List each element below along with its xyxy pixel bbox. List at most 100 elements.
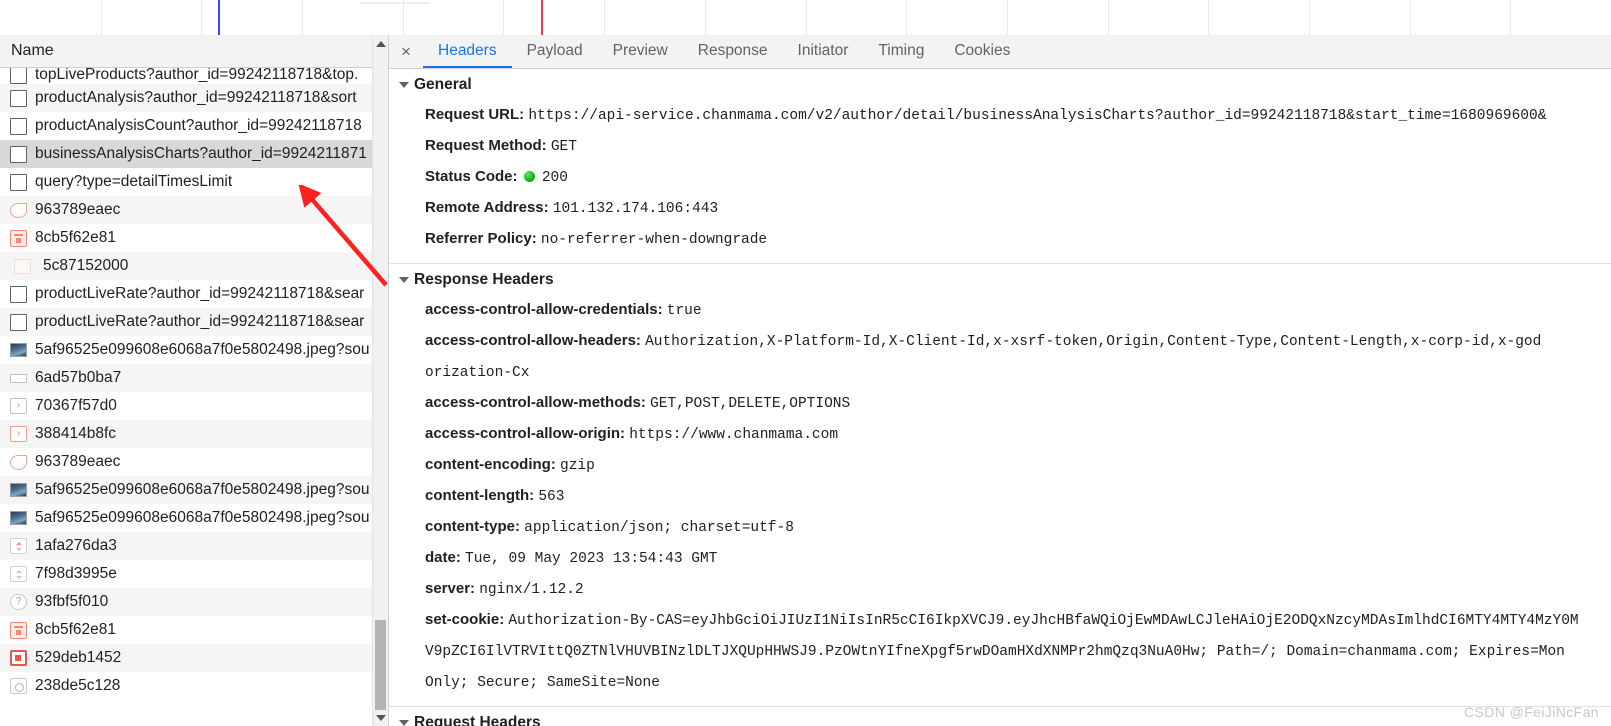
request-row[interactable]: topLiveProducts?author_id=99242118718&to… — [0, 68, 373, 84]
image-icon — [10, 483, 27, 497]
row-status-code: Status Code: 200 — [389, 162, 1611, 193]
script-icon: › — [10, 398, 27, 414]
section-general-title[interactable]: General — [389, 69, 1611, 100]
response-header-key: server: — [425, 580, 480, 597]
script-warn-icon: › — [10, 426, 27, 442]
request-row[interactable]: productLiveRate?author_id=99242118718&se… — [0, 280, 373, 308]
request-row[interactable]: 5af96525e099608e6068a7f0e5802498.jpeg?so… — [0, 476, 373, 504]
close-icon[interactable]: × — [389, 35, 423, 68]
section-general-label: General — [414, 76, 472, 93]
request-row[interactable]: ? 93fbf5f010 — [0, 588, 373, 616]
timeline-gridline — [403, 0, 404, 35]
headers-scroll-body[interactable]: General Request URL: https://api-service… — [389, 69, 1611, 726]
request-row[interactable]: 238de5c128 — [0, 672, 373, 700]
network-overview-timeline[interactable] — [0, 0, 1611, 36]
doc-icon — [10, 117, 27, 135]
doc-icon — [10, 285, 27, 303]
request-row[interactable]: 5c87152000 — [0, 252, 373, 280]
collapse-triangle-icon[interactable] — [399, 720, 409, 726]
request-url-value[interactable]: https://api-service.chanmama.com/v2/auth… — [528, 108, 1546, 124]
timeline-gridline — [1510, 0, 1511, 35]
updown-icon — [10, 538, 27, 554]
request-row[interactable]: 5af96525e099608e6068a7f0e5802498.jpeg?so… — [0, 336, 373, 364]
tab-timing[interactable]: Timing — [863, 35, 939, 68]
request-row-name: 7f98d3995e — [35, 565, 117, 582]
scrollbar-thumb[interactable] — [375, 620, 386, 710]
request-row[interactable]: productLiveRate?author_id=99242118718&se… — [0, 308, 373, 336]
blank-icon — [14, 258, 31, 274]
request-row[interactable]: 6ad57b0ba7 — [0, 364, 373, 392]
request-row[interactable]: 963789eaec — [0, 196, 373, 224]
request-row[interactable]: › 70367f57d0 — [0, 392, 373, 420]
doc-icon — [10, 89, 27, 107]
response-headers-list: access-control-allow-credentials: true ac… — [389, 295, 1611, 698]
timeline-gridline — [1309, 0, 1310, 35]
request-row-name: 5c87152000 — [43, 257, 129, 274]
request-list-scrollbar[interactable] — [372, 35, 388, 726]
row-request-method: Request Method: GET — [389, 131, 1611, 162]
request-row[interactable]: 8cb5f62e81 — [0, 224, 373, 252]
response-header-key: content-encoding: — [425, 456, 560, 473]
response-header-row: content-length: 563 — [389, 481, 1611, 512]
request-row[interactable]: productAnalysisCount?author_id=992421187… — [0, 112, 373, 140]
timeline-gridline — [906, 0, 907, 35]
request-row[interactable]: 7f98d3995e — [0, 560, 373, 588]
image-icon — [10, 511, 27, 525]
tab-preview[interactable]: Preview — [598, 35, 683, 68]
timeline-gridline — [1208, 0, 1209, 35]
watermark: CSDN @FeiJiNcFan — [1464, 704, 1599, 720]
request-rows-container[interactable]: topLiveProducts?author_id=99242118718&to… — [0, 68, 373, 726]
status-ok-dot-icon — [523, 171, 535, 182]
tab-cookies[interactable]: Cookies — [939, 35, 1025, 68]
section-response-headers-title[interactable]: Response Headers — [389, 264, 1611, 295]
response-header-row: content-encoding: gzip — [389, 450, 1611, 481]
timeline-gridline — [302, 0, 303, 35]
request-row-name: productAnalysisCount?author_id=992421187… — [35, 117, 362, 134]
request-row-name: topLiveProducts?author_id=99242118718&to… — [35, 68, 359, 83]
response-header-row: access-control-allow-origin: https://www… — [389, 419, 1611, 450]
tab-response[interactable]: Response — [683, 35, 783, 68]
tab-initiator[interactable]: Initiator — [783, 35, 864, 68]
request-row[interactable]: productAnalysis?author_id=99242118718&so… — [0, 84, 373, 112]
manifest-icon — [10, 621, 27, 639]
request-row[interactable]: 529deb1452 — [0, 644, 373, 672]
request-row[interactable]: businessAnalysisCharts?author_id=9924211… — [0, 140, 373, 168]
response-header-value: application/json; charset=utf-8 — [524, 520, 794, 536]
column-header-name[interactable]: Name — [11, 42, 54, 60]
request-row-name: 8cb5f62e81 — [35, 229, 117, 246]
response-header-row: date: Tue, 09 May 2023 13:54:43 GMT — [389, 543, 1611, 574]
remote-address-value: 101.132.174.106:443 — [552, 201, 719, 217]
image-icon — [10, 343, 27, 357]
response-header-row: server: nginx/1.12.2 — [389, 574, 1611, 605]
row-request-url: Request URL: https://api-service.chanmam… — [389, 100, 1611, 131]
response-header-value: Authorization,X-Platform-Id,X-Client-Id,… — [645, 334, 1542, 350]
request-row[interactable]: 5af96525e099608e6068a7f0e5802498.jpeg?so… — [0, 504, 373, 532]
request-row-name: productLiveRate?author_id=99242118718&se… — [35, 313, 365, 330]
timeline-gridline — [1410, 0, 1411, 35]
remote-address-key: Remote Address: — [425, 199, 549, 216]
request-row[interactable]: 8cb5f62e81 — [0, 616, 373, 644]
request-row-name: 6ad57b0ba7 — [35, 369, 122, 386]
tab-payload[interactable]: Payload — [512, 35, 598, 68]
request-row-name: 5af96525e099608e6068a7f0e5802498.jpeg?so… — [35, 509, 370, 526]
request-method-value: GET — [550, 139, 577, 155]
request-row[interactable]: query?type=detailTimesLimit — [0, 168, 373, 196]
scroll-down-arrow-icon[interactable] — [373, 709, 388, 726]
request-row[interactable]: › 388414b8fc — [0, 420, 373, 448]
request-row-name: 5af96525e099608e6068a7f0e5802498.jpeg?so… — [35, 481, 370, 498]
request-row-name: productLiveRate?author_id=99242118718&se… — [35, 285, 365, 302]
request-row[interactable]: 1afa276da3 — [0, 532, 373, 560]
scroll-up-arrow-icon[interactable] — [373, 35, 388, 52]
request-row[interactable]: 963789eaec — [0, 448, 373, 476]
response-header-value: https://www.chanmama.com — [629, 427, 839, 443]
details-tabbar: × Headers Payload Preview Response Initiator… — [389, 35, 1611, 69]
tabs-container: Headers Payload Preview Response Initiator Ti… — [423, 35, 1025, 68]
response-header-value: Authorization-By-CAS=eyJhbGciOiJIUzI1NiI… — [508, 613, 1579, 629]
network-panel-split: Name topLiveProducts?author_id=992421187… — [0, 35, 1611, 726]
section-request-headers-title[interactable]: Request Headers — [389, 707, 1611, 726]
collapse-triangle-icon[interactable] — [399, 277, 409, 283]
collapse-triangle-icon[interactable] — [399, 82, 409, 88]
response-header-row: set-cookie: Authorization-By-CAS=eyJhbGc… — [389, 605, 1611, 636]
tab-headers[interactable]: Headers — [423, 35, 512, 68]
request-row-name: 529deb1452 — [35, 649, 122, 666]
